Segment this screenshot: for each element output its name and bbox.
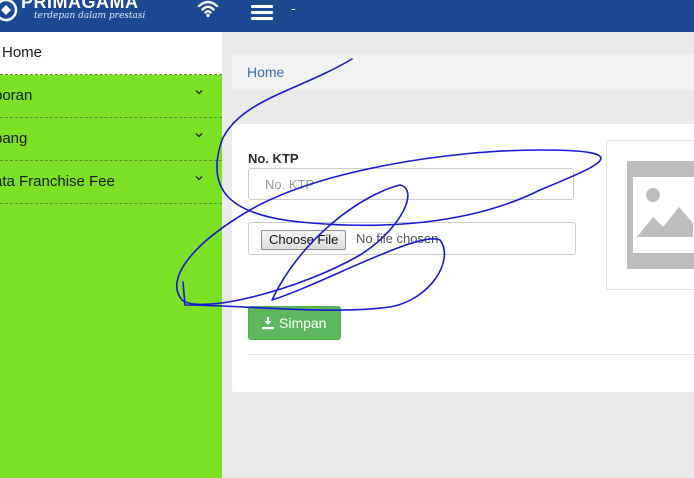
sidebar-item-data-franchise-fee[interactable]: ata Franchise Fee [0, 161, 222, 204]
chevron-down-icon [195, 133, 203, 138]
save-button[interactable]: Simpan [248, 306, 341, 340]
file-upload-field[interactable]: Choose File No file chosen [248, 222, 576, 255]
sidebar-item-home[interactable]: Home [0, 32, 222, 75]
wifi-icon [197, 0, 219, 18]
ktp-input[interactable] [248, 168, 574, 200]
chevron-down-icon [195, 90, 203, 95]
sidebar: Home poran bang ata Franchise Fee [0, 32, 222, 478]
sidebar-item-label: ata Franchise Fee [0, 173, 115, 190]
photo-preview [606, 140, 694, 290]
sidebar-item-label: Home [2, 44, 43, 61]
choose-file-button[interactable]: Choose File [261, 230, 347, 250]
ktp-label: No. KTP [248, 151, 299, 166]
top-navbar: PRIMAGAMA terdepan dalam prestasi - [0, 0, 694, 32]
sidebar-item-label: bang [0, 130, 28, 147]
breadcrumb: Home [232, 54, 694, 90]
save-button-label: Simpan [279, 315, 327, 331]
sidebar-item-label: poran [0, 87, 33, 104]
sidebar-item-cabang[interactable]: bang [0, 118, 222, 161]
chevron-down-icon [195, 176, 203, 181]
divider [248, 354, 694, 355]
image-placeholder-icon [627, 161, 694, 269]
header-title: - [291, 0, 296, 16]
breadcrumb-home-link[interactable]: Home [247, 64, 284, 80]
sidebar-item-laporan[interactable]: poran [0, 75, 222, 118]
file-status-text: No file chosen [356, 231, 439, 246]
sidebar-toggle-button[interactable] [251, 2, 273, 22]
logo-mark-icon [0, 0, 18, 22]
hamburger-icon [251, 5, 273, 8]
brand-tagline: terdepan dalam prestasi [34, 11, 146, 21]
download-icon [262, 317, 274, 330]
